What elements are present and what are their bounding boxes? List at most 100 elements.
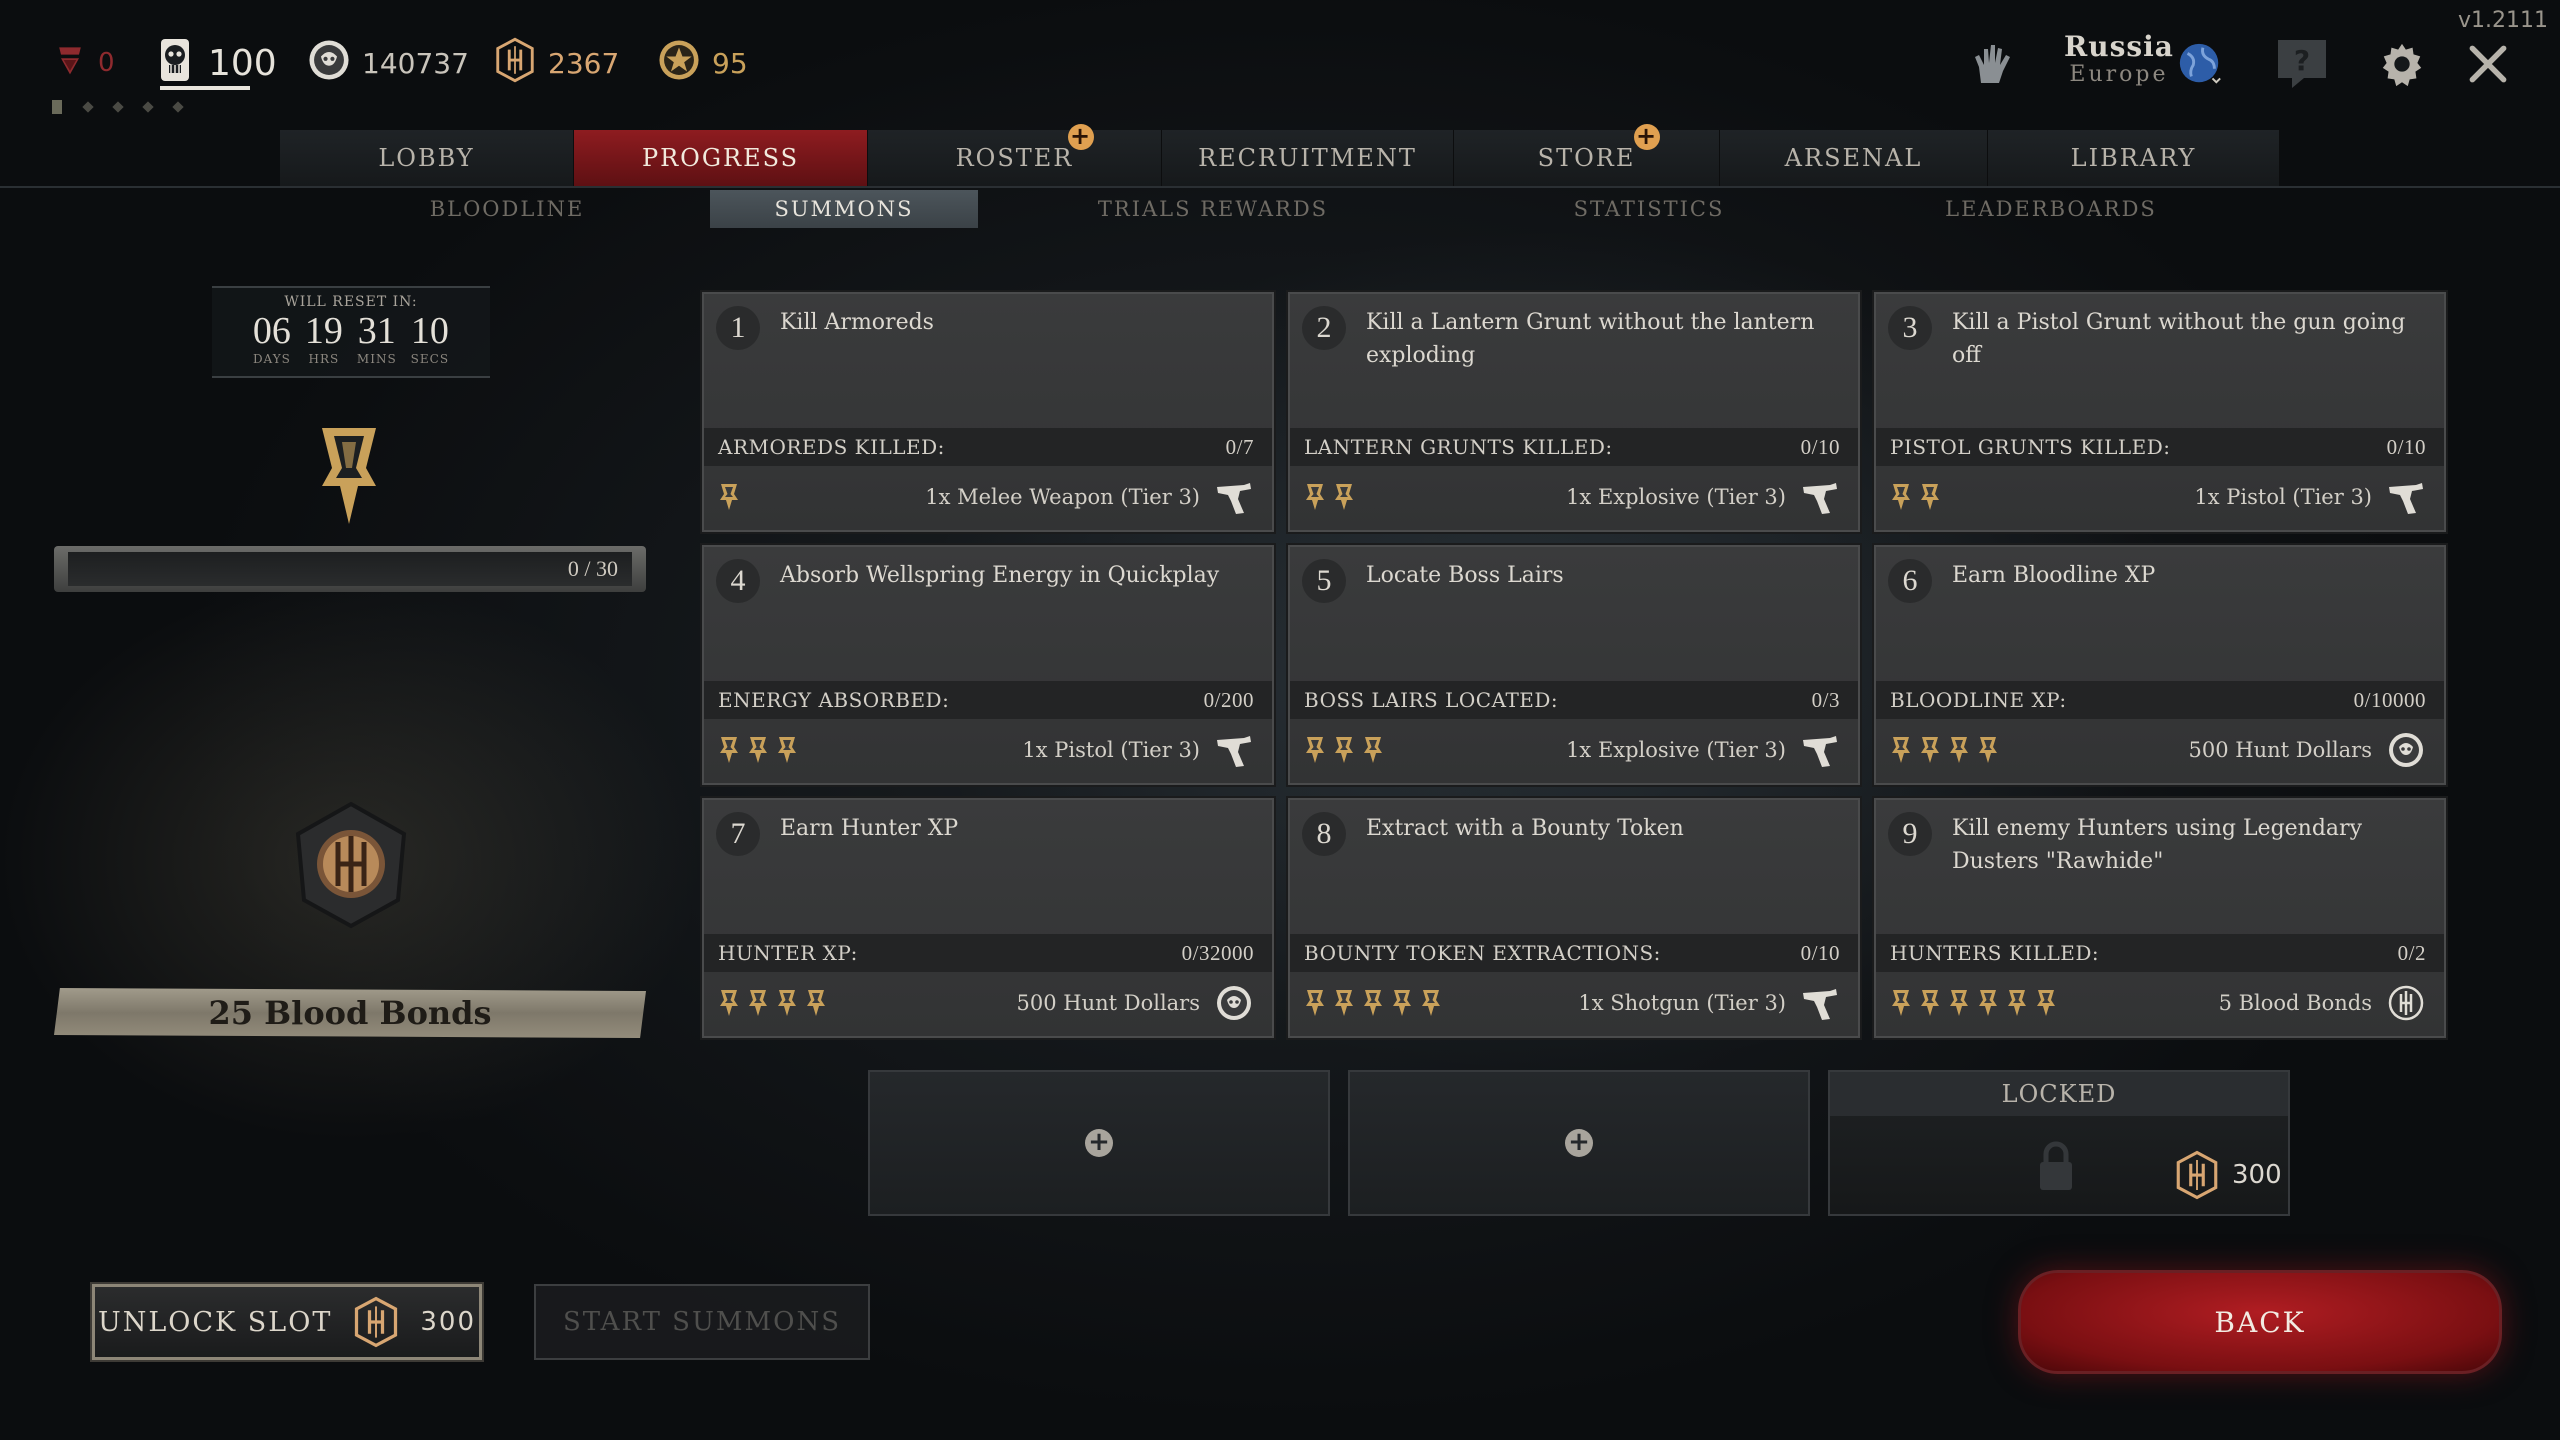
locked-slot-label: LOCKED: [1830, 1072, 2288, 1116]
skull-icon: [152, 37, 198, 90]
challenge-title: Kill a Pistol Grunt without the gun goin…: [1952, 310, 2406, 368]
tab-library[interactable]: LIBRARY: [1988, 130, 2280, 186]
challenge-stat: BOUNTY TOKEN EXTRACTIONS: 0/10: [1290, 934, 1858, 972]
tab-progress[interactable]: PROGRESS: [574, 130, 868, 186]
empty-slot-2[interactable]: +: [1348, 1070, 1810, 1216]
challenge-stat-value: 0/200: [1203, 687, 1254, 712]
subtab-bloodline[interactable]: BLOODLINE: [392, 190, 622, 228]
challenge-footer: 1x Explosive (Tier 3): [1304, 725, 1840, 775]
region-selector[interactable]: Russia Europe: [2064, 30, 2174, 87]
medal-icon: [1948, 988, 1970, 1018]
tab-store[interactable]: STORE +: [1454, 124, 1720, 186]
challenge-footer: 1x Shotgun (Tier 3): [1304, 978, 1840, 1028]
settings-gear-icon[interactable]: [2374, 36, 2430, 92]
challenge-reward: 1x Shotgun (Tier 3): [1578, 983, 1840, 1023]
version-label: v1.2111: [2458, 8, 2548, 33]
timer-secs-unit: SECS: [410, 351, 450, 366]
region-country: Russia: [2064, 30, 2174, 63]
challenge-stat: PISTOL GRUNTS KILLED: 0/10: [1876, 428, 2444, 466]
subtab-leaderboards[interactable]: LEADERBOARDS: [1930, 190, 2172, 228]
back-button[interactable]: BACK: [2018, 1270, 2502, 1374]
challenge-stat-label: ARMOREDS KILLED:: [718, 435, 945, 459]
challenge-card[interactable]: 9 Kill enemy Hunters using Legendary Dust…: [1874, 798, 2446, 1038]
challenge-stat: LANTERN GRUNTS KILLED: 0/10: [1290, 428, 1858, 466]
empty-slot-1[interactable]: +: [868, 1070, 1330, 1216]
challenge-footer: 1x Melee Weapon (Tier 3): [718, 472, 1254, 522]
medal-icon: [2035, 988, 2057, 1018]
subtab-statistics[interactable]: STATISTICS: [1540, 190, 1758, 228]
hunt-dollar-icon: [1214, 983, 1254, 1023]
reset-timer: WILL RESET IN: 06 DAYS 19 HRS 31 MINS 10 SEC…: [212, 286, 490, 378]
tab-arsenal[interactable]: ARSENAL: [1720, 130, 1988, 186]
challenge-footer: 1x Pistol (Tier 3): [1890, 472, 2426, 522]
add-icon: +: [1085, 1129, 1113, 1157]
challenge-card[interactable]: 5 Locate Boss Lairs BOSS LAIRS LOCATED: 0/3…: [1288, 545, 1860, 785]
timer-days-unit: DAYS: [252, 351, 291, 366]
challenge-card[interactable]: 6 Earn Bloodline XP BLOODLINE XP: 0/10000 50…: [1874, 545, 2446, 785]
challenge-medals: [1304, 988, 1442, 1018]
challenge-stat: BLOODLINE XP: 0/10000: [1876, 681, 2444, 719]
challenge-reward-label: 5 Blood Bonds: [2218, 991, 2372, 1015]
close-icon[interactable]: [2460, 36, 2516, 92]
blood-bonds-counter[interactable]: 2367: [492, 38, 619, 88]
hunters-value: 100: [208, 42, 277, 84]
gun-icon: [1800, 477, 1840, 517]
hunters-underline: [160, 86, 250, 90]
blood-bond-icon: [2386, 983, 2426, 1023]
help-icon[interactable]: ?: [2274, 36, 2330, 92]
challenge-card[interactable]: 4 Absorb Wellspring Energy in Quickplay EN…: [702, 545, 1274, 785]
challenge-card[interactable]: 2 Kill a Lantern Grunt without the lanter…: [1288, 292, 1860, 532]
tab-roster-label: ROSTER: [955, 144, 1074, 172]
hunters-counter[interactable]: 100: [152, 38, 277, 88]
rank-icon: [52, 37, 88, 90]
blood-bond-token-icon: [286, 800, 416, 930]
add-icon: +: [1565, 1129, 1593, 1157]
gun-icon: [2386, 477, 2426, 517]
challenge-stat: ENERGY ABSORBED: 0/200: [704, 681, 1272, 719]
medal-icon: [1948, 735, 1970, 765]
challenge-card[interactable]: 1 Kill Armoreds ARMOREDS KILLED: 0/7 1x Mele…: [702, 292, 1274, 532]
medal-icon: [1977, 988, 1999, 1018]
challenge-stat-value: 0/10: [2386, 434, 2426, 459]
challenge-medals: [1890, 482, 1941, 512]
tab-lobby[interactable]: LOBBY: [280, 130, 574, 186]
hunt-dollars-counter[interactable]: 140737: [306, 38, 469, 88]
event-points-counter[interactable]: 95: [656, 38, 748, 88]
challenge-footer: 1x Pistol (Tier 3): [718, 725, 1254, 775]
challenge-stat-label: HUNTER XP:: [718, 941, 858, 965]
start-summons-button[interactable]: START SUMMONS: [534, 1284, 870, 1360]
challenge-medals: [718, 988, 827, 1018]
challenge-number: 3: [1888, 306, 1932, 350]
gun-icon: [1800, 730, 1840, 770]
subtab-trials-rewards[interactable]: TRIALS REWARDS: [1060, 190, 1366, 228]
challenge-card[interactable]: 8 Extract with a Bounty Token BOUNTY TOKEN…: [1288, 798, 1860, 1038]
challenge-title: Extract with a Bounty Token: [1366, 816, 1684, 841]
challenge-stat-value: 0/10: [1800, 434, 1840, 459]
hand-icon[interactable]: [1966, 36, 2022, 92]
subtab-summons[interactable]: SUMMONS: [710, 190, 978, 228]
medal-icon: [1919, 482, 1941, 512]
summons-medal-icon: [318, 424, 380, 528]
challenge-reward-label: 1x Explosive (Tier 3): [1566, 485, 1786, 509]
challenge-card[interactable]: 3 Kill a Pistol Grunt without the gun goi…: [1874, 292, 2446, 532]
medal-icon: [1333, 988, 1355, 1018]
challenge-medals: [1304, 735, 1384, 765]
challenge-title: Kill a Lantern Grunt without the lantern…: [1366, 310, 1815, 368]
blood-bond-icon: [2172, 1150, 2222, 1200]
tab-roster[interactable]: ROSTER +: [868, 124, 1162, 186]
medal-icon: [1890, 988, 1912, 1018]
tab-recruitment[interactable]: RECRUITMENT: [1162, 130, 1454, 186]
summons-reward-label: 25 Blood Bonds: [54, 988, 646, 1038]
challenge-reward-label: 1x Pistol (Tier 3): [2194, 485, 2372, 509]
challenge-medals: [1890, 988, 2057, 1018]
unlock-slot-button[interactable]: UNLOCK SLOT 300: [90, 1282, 484, 1362]
challenge-number: 4: [716, 559, 760, 603]
globe-icon[interactable]: [2172, 36, 2228, 92]
challenge-stat-label: BOSS LAIRS LOCATED:: [1304, 688, 1559, 712]
rank-progress-dots: [52, 100, 184, 114]
challenge-card[interactable]: 7 Earn Hunter XP HUNTER XP: 0/32000 500 Hunt…: [702, 798, 1274, 1038]
rank-indicator[interactable]: 0: [52, 38, 115, 88]
locked-slot[interactable]: LOCKED 300: [1828, 1070, 2290, 1216]
nav-divider: [0, 186, 2560, 188]
lock-icon: [2036, 1138, 2076, 1198]
